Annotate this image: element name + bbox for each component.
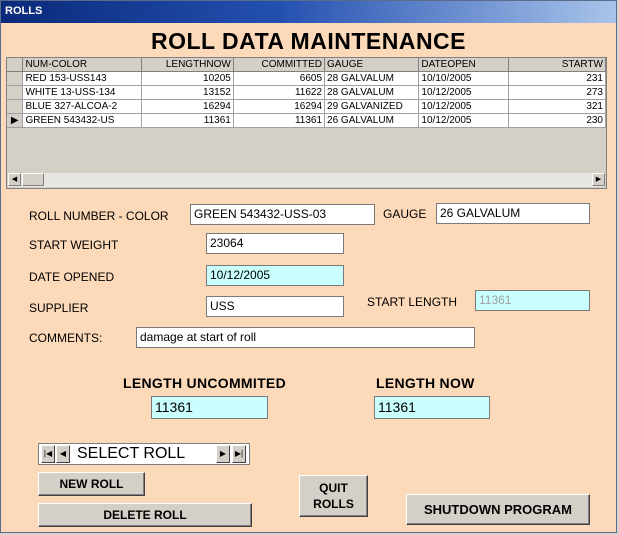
start-weight-label: START WEIGHT (29, 238, 119, 252)
cell-num-color[interactable]: WHITE 13-USS-134 (22, 85, 142, 100)
length-now-field[interactable]: 11361 (374, 396, 490, 419)
scrollbar-thumb[interactable] (22, 173, 44, 186)
previous-record-icon[interactable]: ◀ (56, 445, 70, 463)
cell-committed[interactable]: 16294 (233, 99, 326, 114)
first-record-icon[interactable]: |◀ (41, 445, 55, 463)
cell-startweight[interactable]: 321 (508, 99, 606, 114)
cell-committed[interactable]: 11622 (233, 85, 326, 100)
length-uncommitted-field[interactable]: 11361 (151, 396, 268, 419)
gauge-label: GAUGE (383, 207, 427, 221)
gauge-field[interactable]: 26 GALVALUM (436, 203, 590, 224)
cell-startweight[interactable]: 273 (508, 85, 606, 100)
horizontal-scrollbar[interactable]: ◀ ▶ (8, 173, 605, 187)
comments-label: COMMENTS: (29, 331, 103, 345)
quit-rolls-label-line2: ROLLS (313, 497, 354, 511)
column-header-startweight[interactable]: STARTW (508, 58, 606, 72)
cell-lengthnow[interactable]: 13152 (141, 85, 234, 100)
current-row-marker-icon[interactable]: ▶ (7, 113, 24, 128)
grid-header-row: NUM-COLOR LENGTHNOW COMMITTED GAUGE DATE… (7, 58, 606, 72)
delete-roll-button[interactable]: DELETE ROLL (38, 503, 252, 527)
row-selector[interactable] (7, 99, 24, 114)
select-roll-label: SELECT ROLL (77, 445, 186, 462)
cell-committed[interactable]: 11361 (233, 113, 326, 128)
title-bar[interactable]: ROLLS (1, 1, 616, 23)
cell-gauge[interactable]: 26 GALVALUM (324, 113, 420, 128)
quit-rolls-label-line1: QUIT (319, 481, 348, 495)
page-title: ROLL DATA MAINTENANCE (150, 28, 466, 54)
supplier-label: SUPPLIER (29, 301, 89, 315)
cell-gauge[interactable]: 29 GALVANIZED (324, 99, 420, 114)
comments-field[interactable]: damage at start of roll (136, 327, 475, 348)
last-record-icon[interactable]: ▶| (232, 445, 246, 463)
date-opened-label: DATE OPENED (29, 270, 115, 284)
roll-number-label: ROLL NUMBER - COLOR (29, 209, 169, 223)
column-header-committed[interactable]: COMMITTED (233, 58, 326, 72)
shutdown-program-button[interactable]: SHUTDOWN PROGRAM (406, 494, 590, 525)
column-header-num-color[interactable]: NUM-COLOR (22, 58, 142, 72)
length-now-label: LENGTH NOW (376, 375, 475, 391)
table-row[interactable]: WHITE 13-USS-134 13152 11622 28 GALVALUM… (7, 85, 606, 100)
cell-lengthnow[interactable]: 11361 (141, 113, 234, 128)
scroll-left-icon[interactable]: ◀ (8, 173, 21, 186)
cell-lengthnow[interactable]: 16294 (141, 99, 234, 114)
cell-num-color[interactable]: RED 153-USS143 (22, 71, 142, 86)
select-roll-navigator: |◀ ◀ SELECT ROLL ▶ ▶| (38, 443, 250, 465)
cell-lengthnow[interactable]: 10205 (141, 71, 234, 86)
row-selector[interactable] (7, 85, 24, 100)
roll-number-field[interactable]: GREEN 543432-USS-03 (190, 204, 375, 225)
grid-corner (7, 58, 24, 72)
rolls-window: ROLLS ROLL DATA MAINTENANCE NUM-COLOR LE… (0, 0, 617, 533)
cell-dateopen[interactable]: 10/12/2005 (418, 99, 510, 114)
cell-committed[interactable]: 6605 (233, 71, 326, 86)
cell-gauge[interactable]: 28 GALVALUM (324, 85, 420, 100)
window-title: ROLLS (5, 5, 43, 17)
cell-num-color[interactable]: BLUE 327-ALCOA-2 (22, 99, 142, 114)
cell-startweight[interactable]: 230 (508, 113, 606, 128)
cell-dateopen[interactable]: 10/12/2005 (418, 113, 510, 128)
start-length-field[interactable]: 11361 (475, 290, 590, 311)
cell-num-color[interactable]: GREEN 543432-US (22, 113, 142, 128)
new-roll-button[interactable]: NEW ROLL (38, 472, 145, 496)
table-row[interactable]: BLUE 327-ALCOA-2 16294 16294 29 GALVANIZ… (7, 99, 606, 114)
cell-dateopen[interactable]: 10/10/2005 (418, 71, 510, 86)
row-selector[interactable] (7, 71, 24, 86)
column-header-gauge[interactable]: GAUGE (324, 58, 420, 72)
next-record-icon[interactable]: ▶ (216, 445, 230, 463)
table-row[interactable]: RED 153-USS143 10205 6605 28 GALVALUM 10… (7, 71, 606, 86)
cell-dateopen[interactable]: 10/12/2005 (418, 85, 510, 100)
supplier-field[interactable]: USS (206, 296, 344, 317)
rolls-grid[interactable]: NUM-COLOR LENGTHNOW COMMITTED GAUGE DATE… (6, 57, 607, 189)
table-row-current[interactable]: ▶ GREEN 543432-US 11361 11361 26 GALVALU… (7, 113, 606, 128)
column-header-lengthnow[interactable]: LENGTHNOW (141, 58, 234, 72)
start-weight-field[interactable]: 23064 (206, 233, 344, 254)
cell-startweight[interactable]: 231 (508, 71, 606, 86)
scroll-right-icon[interactable]: ▶ (592, 173, 605, 186)
length-uncommitted-label: LENGTH UNCOMMITED (123, 375, 286, 391)
quit-rolls-button[interactable]: QUIT ROLLS (299, 475, 368, 517)
column-header-dateopen[interactable]: DATEOPEN (418, 58, 510, 72)
date-opened-field[interactable]: 10/12/2005 (206, 265, 344, 286)
start-length-label: START LENGTH (367, 295, 458, 309)
cell-gauge[interactable]: 28 GALVALUM (324, 71, 420, 86)
